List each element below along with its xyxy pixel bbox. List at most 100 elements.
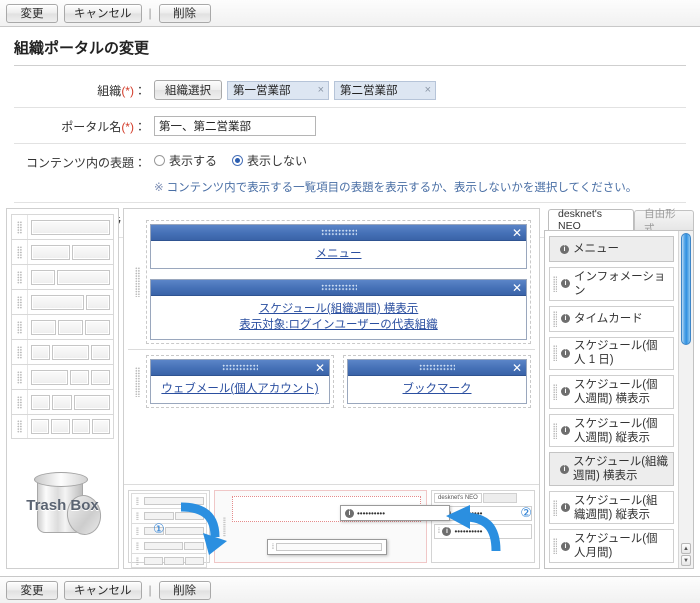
drag-handle-icon[interactable] (553, 538, 557, 555)
palette-item[interactable]: i スケジュール(個人週間) 縦表示 (549, 413, 674, 448)
layout-template-row[interactable] (11, 364, 114, 389)
row-drag-handle-icon[interactable] (128, 355, 146, 408)
caption-option-hide[interactable]: 表示しない (232, 152, 307, 169)
scroll-down-button[interactable]: ▼ (681, 555, 691, 566)
tab-free-format[interactable]: 自由形式 (634, 208, 694, 235)
caption-option-show[interactable]: 表示する (154, 152, 217, 169)
palette-item[interactable]: i インフォメーション (549, 267, 674, 301)
layout-template-row[interactable] (11, 314, 114, 339)
delete-button-bottom[interactable]: 削除 (158, 580, 211, 600)
cancel-button-bottom[interactable]: キャンセル (64, 580, 142, 600)
instruction-drop-area: ⁞ ① (153, 490, 427, 563)
layout-cell (90, 344, 110, 360)
drag-handle-icon[interactable] (12, 265, 28, 289)
close-icon[interactable]: ✕ (512, 280, 522, 295)
portlet-link[interactable]: ブックマーク (352, 381, 522, 397)
drag-handle-icon[interactable] (12, 315, 28, 339)
portlet-slot[interactable]: ✕ メニュー ✕ スケジュール(組織週間) 横表示 表示対象:ログインユーザーの代表組織 (146, 220, 531, 344)
close-icon[interactable]: ✕ (512, 360, 522, 375)
radio-icon[interactable] (154, 155, 165, 166)
portlet[interactable]: ✕ ウェブメール(個人アカウント) (150, 359, 330, 404)
layout-template-row[interactable] (11, 289, 114, 314)
organization-chip[interactable]: 第二営業部 × (334, 80, 436, 100)
info-icon[interactable]: i (560, 464, 569, 474)
portlet-drag-handle-icon[interactable] (419, 364, 455, 371)
drag-handle-icon[interactable] (553, 499, 557, 516)
layout-template-row[interactable] (11, 389, 114, 414)
canvas-row[interactable]: ✕ メニュー ✕ スケジュール(組織週間) 横表示 表示対象:ログインユーザーの代表組織 (128, 215, 535, 350)
drag-handle-icon[interactable] (553, 422, 557, 439)
layout-template-row[interactable] (11, 414, 114, 439)
drag-handle-icon[interactable] (553, 383, 557, 400)
drag-handle-icon[interactable] (12, 365, 28, 389)
radio-icon-selected[interactable] (232, 155, 244, 166)
close-icon[interactable]: ✕ (315, 360, 325, 375)
drag-handle-icon[interactable] (553, 310, 557, 327)
drag-handle-icon[interactable] (12, 415, 28, 438)
canvas-row[interactable]: ✕ ウェブメール(個人アカウント) ✕ ブックマーク (128, 350, 535, 413)
portlet[interactable]: ✕ スケジュール(組織週間) 横表示 表示対象:ログインユーザーの代表組織 (150, 279, 527, 340)
drag-handle-icon[interactable] (12, 215, 28, 239)
portal-name-input[interactable] (154, 116, 316, 136)
info-icon[interactable]: i (561, 387, 570, 397)
drag-handle-icon[interactable] (12, 290, 28, 314)
portlet-link[interactable]: 表示対象:ログインユーザーの代表組織 (155, 317, 522, 333)
portlet-header[interactable]: ✕ (151, 360, 329, 376)
info-icon[interactable]: i (561, 541, 570, 551)
layout-template-row[interactable] (11, 214, 114, 239)
info-icon[interactable]: i (560, 244, 569, 254)
tab-desknets-neo[interactable]: desknet's NEO (548, 208, 635, 232)
trash-box[interactable]: Trash Box (7, 441, 118, 568)
palette-item[interactable]: i スケジュール(組織週間) 縦表示 (549, 490, 674, 525)
portal-canvas[interactable]: ✕ メニュー ✕ スケジュール(組織週間) 横表示 表示対象:ログインユーザーの代表組織… (123, 208, 540, 569)
info-icon[interactable]: i (561, 426, 570, 436)
layout-template-row[interactable] (11, 339, 114, 364)
delete-button-top[interactable]: 削除 (158, 3, 211, 23)
drag-handle-icon[interactable] (12, 390, 28, 414)
layout-cell (31, 319, 57, 335)
drag-handle-icon[interactable] (553, 345, 557, 362)
portlet-link[interactable]: ウェブメール(個人アカウント) (155, 381, 325, 397)
remove-icon[interactable]: × (310, 84, 324, 96)
scroll-up-button[interactable]: ▲ (681, 543, 691, 554)
palette-item[interactable]: i スケジュール(個人 1 日) (549, 336, 674, 371)
info-icon[interactable]: i (561, 348, 570, 358)
layout-cells (28, 369, 113, 385)
portlet-header[interactable]: ✕ (348, 360, 526, 376)
row-drag-handle-icon[interactable] (128, 220, 146, 344)
cancel-button-top[interactable]: キャンセル (64, 3, 142, 23)
submit-button-bottom[interactable]: 変更 (6, 580, 58, 600)
palette-scrollbar[interactable]: ▲ ▼ (678, 231, 693, 568)
portlet-link[interactable]: スケジュール(組織週間) 横表示 (155, 301, 522, 317)
portlet-drag-handle-icon[interactable] (222, 364, 258, 371)
layout-cells (28, 394, 113, 410)
portlet[interactable]: ✕ メニュー (150, 224, 527, 269)
portlet-header[interactable]: ✕ (151, 225, 526, 241)
close-icon[interactable]: ✕ (512, 225, 522, 240)
palette-item[interactable]: i スケジュール(個人週間) 横表示 (549, 375, 674, 409)
scrollbar-thumb[interactable] (681, 233, 691, 345)
portlet-slot[interactable]: ✕ ウェブメール(個人アカウント) (146, 355, 334, 408)
layout-template-row[interactable] (11, 239, 114, 264)
palette-item[interactable]: i スケジュール(個人月間) (549, 529, 674, 564)
palette-item[interactable]: i タイムカード (549, 305, 674, 332)
drag-handle-icon[interactable] (12, 240, 28, 264)
layout-cell (52, 344, 89, 360)
info-icon[interactable]: i (561, 314, 570, 324)
portlet[interactable]: ✕ ブックマーク (347, 359, 527, 404)
portlet-link[interactable]: メニュー (155, 246, 522, 262)
remove-icon[interactable]: × (417, 84, 431, 96)
layout-template-row[interactable] (11, 264, 114, 289)
drag-handle-icon[interactable] (12, 340, 28, 364)
organization-chip[interactable]: 第一営業部 × (227, 80, 329, 100)
submit-button-top[interactable]: 変更 (6, 3, 58, 23)
palette-item-label: スケジュール(組織週間) 縦表示 (574, 494, 658, 521)
organization-select-button[interactable]: 組織選択 (154, 80, 222, 100)
info-icon[interactable]: i (561, 503, 570, 513)
portlet-header[interactable]: ✕ (151, 280, 526, 296)
drag-handle-icon[interactable] (553, 275, 557, 292)
portlet-drag-handle-icon[interactable] (320, 229, 357, 236)
portlet-slot[interactable]: ✕ ブックマーク (343, 355, 531, 408)
info-icon[interactable]: i (561, 279, 570, 289)
portlet-drag-handle-icon[interactable] (320, 284, 357, 291)
